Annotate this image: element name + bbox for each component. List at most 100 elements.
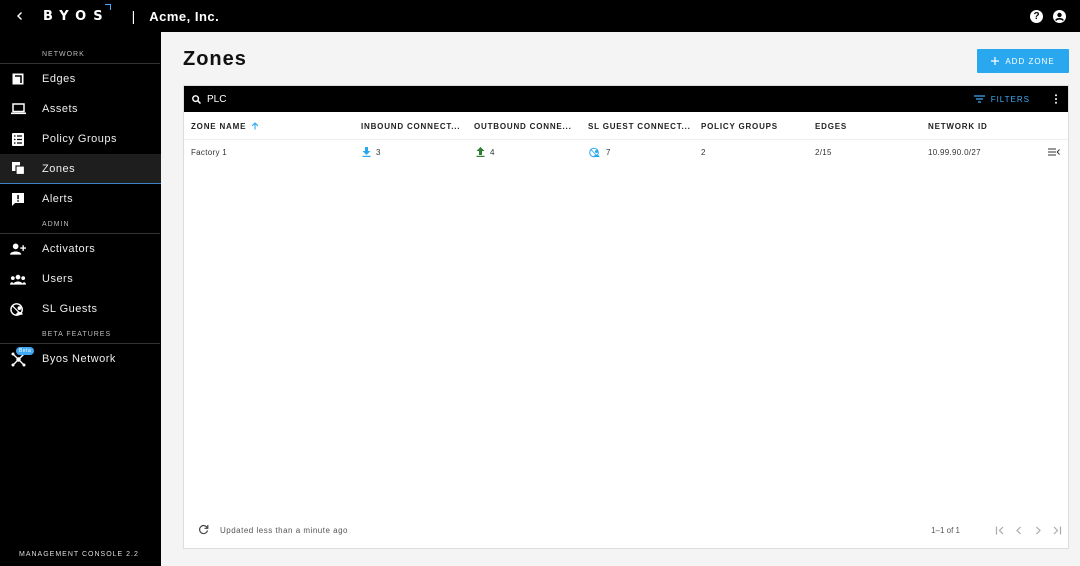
pagination-info: 1–1 of 1 xyxy=(931,525,960,535)
last-updated-text: Updated less than a minute ago xyxy=(220,525,348,535)
last-page-icon xyxy=(1053,526,1062,534)
chevron-left-icon xyxy=(17,12,22,20)
section-beta: BETA FEATURES xyxy=(0,324,161,344)
chevron-left-icon xyxy=(1016,526,1021,534)
table-header: ZONE NAME INBOUND CONNECT... OUTBOUND CO… xyxy=(184,112,1068,140)
column-label: SL GUEST CONNECT... xyxy=(588,121,691,131)
org-name: Acme, Inc. xyxy=(149,8,220,24)
first-page-icon xyxy=(995,526,1004,534)
filters-label: FILTERS xyxy=(990,94,1030,104)
filter-icon xyxy=(973,95,985,103)
sidebar-item-edges[interactable]: Edges xyxy=(0,64,161,94)
sl-guest-icon xyxy=(589,147,601,158)
search-icon xyxy=(192,94,201,104)
sidebar-item-label: Policy Groups xyxy=(42,133,117,145)
byos-logo[interactable]: BYOS xyxy=(43,3,111,24)
top-right-actions: ? xyxy=(1030,0,1066,32)
add-zone-button[interactable]: ADD ZONE xyxy=(977,49,1069,73)
sidebar-item-activators[interactable]: Activators xyxy=(0,234,161,264)
refresh-button[interactable] xyxy=(198,522,209,540)
table-row[interactable]: Factory 1 3 4 7 2 2/15 10.99.90.0/27 xyxy=(184,140,1068,164)
add-user-icon xyxy=(10,241,26,257)
search-bar: FILTERS xyxy=(184,86,1068,112)
sidebar-item-users[interactable]: Users xyxy=(0,264,161,294)
add-zone-label: ADD ZONE xyxy=(1005,56,1055,66)
row-details-button[interactable] xyxy=(1048,140,1060,164)
main-content: Zones ADD ZONE FILTERS ZONE NAME INBOUND… xyxy=(161,32,1080,566)
cell-edges: 2/15 xyxy=(815,147,832,157)
col-outbound[interactable]: OUTBOUND CONNE... xyxy=(474,112,582,140)
sidebar-item-label: Users xyxy=(42,273,74,285)
logo-mark xyxy=(104,3,111,10)
section-network: NETWORK xyxy=(0,44,161,64)
zones-icon xyxy=(10,161,26,177)
sidebar-item-byos-network[interactable]: Beta Byos Network xyxy=(0,344,161,374)
filters-button[interactable]: FILTERS xyxy=(973,86,1030,112)
sidebar-item-label: Edges xyxy=(42,73,76,85)
sidebar-item-label: Byos Network xyxy=(42,353,116,365)
sl-guests-icon xyxy=(10,301,26,317)
section-beta-label: BETA FEATURES xyxy=(42,330,112,338)
more-options-button[interactable] xyxy=(1054,86,1058,112)
col-zone-name[interactable]: ZONE NAME xyxy=(191,112,259,140)
account-icon[interactable] xyxy=(1053,9,1066,23)
col-inbound[interactable]: INBOUND CONNECT... xyxy=(361,112,469,140)
download-icon xyxy=(362,147,371,157)
col-sl-guest[interactable]: SL GUEST CONNECT... xyxy=(588,112,696,140)
top-bar: BYOS | Acme, Inc. ? xyxy=(0,0,1080,32)
last-page-button[interactable] xyxy=(1052,526,1062,535)
sidebar-item-alerts[interactable]: Alerts xyxy=(0,184,161,214)
sidebar-item-policy-groups[interactable]: Policy Groups xyxy=(0,124,161,154)
zones-table-panel: FILTERS ZONE NAME INBOUND CONNECT... OUT… xyxy=(183,85,1069,549)
col-edges[interactable]: EDGES xyxy=(815,112,847,140)
section-admin-label: ADMIN xyxy=(42,220,70,228)
help-icon[interactable]: ? xyxy=(1030,9,1043,23)
sidebar-item-label: SL Guests xyxy=(42,303,98,315)
col-network-id[interactable]: NETWORK ID xyxy=(928,112,988,140)
sort-asc-icon xyxy=(252,122,259,130)
policy-groups-icon xyxy=(10,131,26,147)
column-label: OUTBOUND CONNE... xyxy=(474,121,572,131)
sidebar: NETWORK Edges Assets Policy Groups Zones… xyxy=(0,32,161,566)
sidebar-item-assets[interactable]: Assets xyxy=(0,94,161,124)
pagination-controls xyxy=(995,512,1062,548)
column-label: ZONE NAME xyxy=(191,121,247,131)
cell-outbound: 4 xyxy=(476,140,495,164)
sidebar-item-label: Assets xyxy=(42,103,79,115)
sl-guest-count: 7 xyxy=(606,147,611,157)
outbound-count: 4 xyxy=(490,147,495,157)
section-network-label: NETWORK xyxy=(42,50,85,58)
col-policy-groups[interactable]: POLICY GROUPS xyxy=(701,112,778,140)
logo-text: BYOS xyxy=(43,8,110,24)
section-admin: ADMIN xyxy=(0,214,161,234)
sidebar-item-zones[interactable]: Zones xyxy=(0,154,161,184)
cell-sl-guest: 7 xyxy=(589,140,611,164)
sidebar-item-label: Zones xyxy=(42,162,76,175)
sidebar-item-sl-guests[interactable]: SL Guests xyxy=(0,294,161,324)
sidebar-item-label: Alerts xyxy=(42,193,74,205)
table-footer: Updated less than a minute ago 1–1 of 1 xyxy=(184,512,1068,548)
details-list-icon xyxy=(1048,148,1060,156)
more-vert-icon xyxy=(1055,94,1057,104)
search-input[interactable] xyxy=(207,93,807,105)
refresh-icon xyxy=(199,524,209,535)
edges-icon xyxy=(10,71,26,87)
plus-icon xyxy=(991,57,1000,65)
upload-icon xyxy=(476,147,485,157)
cell-zone-name: Factory 1 xyxy=(191,147,228,157)
next-page-button[interactable] xyxy=(1033,526,1043,535)
first-page-button[interactable] xyxy=(995,526,1005,535)
column-label: NETWORK ID xyxy=(928,121,988,131)
laptop-icon xyxy=(10,101,26,117)
prev-page-button[interactable] xyxy=(1014,526,1024,535)
inbound-count: 3 xyxy=(376,147,381,157)
column-label: INBOUND CONNECT... xyxy=(361,121,461,131)
beta-badge: Beta xyxy=(16,347,35,355)
users-icon xyxy=(10,271,26,287)
alert-icon xyxy=(10,191,26,207)
sidebar-item-label: Activators xyxy=(42,243,96,255)
back-button[interactable] xyxy=(0,0,40,32)
column-label: POLICY GROUPS xyxy=(701,121,778,131)
cell-network-id: 10.99.90.0/27 xyxy=(928,147,981,157)
cell-inbound: 3 xyxy=(362,140,381,164)
